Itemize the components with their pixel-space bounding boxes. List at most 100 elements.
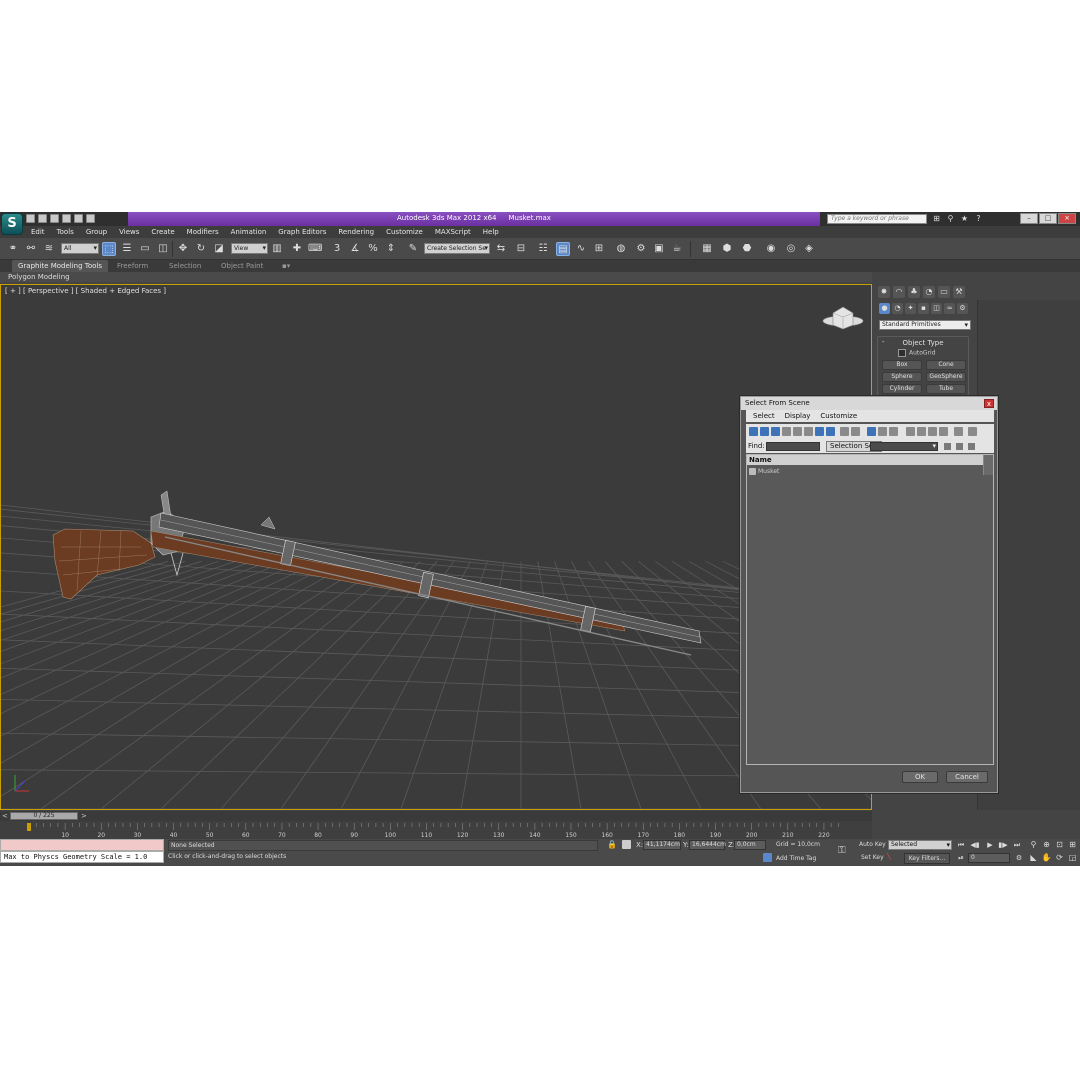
select-and-link-icon[interactable]: ⚭: [6, 242, 20, 256]
help-search-input[interactable]: Type a keyword or phrase: [827, 214, 927, 224]
select-dependents-icon[interactable]: [939, 427, 948, 436]
polygon-modeling-panel[interactable]: Polygon Modeling: [8, 272, 70, 282]
select-none-icon[interactable]: [917, 427, 926, 436]
select-object-icon[interactable]: ⬚: [102, 242, 116, 256]
select-invert-icon[interactable]: [928, 427, 937, 436]
object-type-title[interactable]: Object Type: [878, 339, 968, 347]
motion-panel-tab-icon[interactable]: ◔: [923, 286, 935, 298]
find-input[interactable]: [766, 442, 820, 451]
physx-icon[interactable]: ▦: [700, 242, 714, 256]
menu-customize[interactable]: Customize: [386, 228, 423, 236]
maxscript-listener-input[interactable]: [0, 839, 164, 851]
helpers-category-icon[interactable]: ◫: [931, 303, 942, 314]
edit-selection-set-icon[interactable]: [956, 443, 963, 450]
dialog-close-button[interactable]: x: [984, 399, 994, 408]
cameras-category-icon[interactable]: ▪: [918, 303, 929, 314]
close-window-button[interactable]: ×: [1058, 213, 1076, 224]
display-containers-icon[interactable]: [851, 427, 860, 436]
zoom-all-icon[interactable]: ⊕: [1041, 839, 1052, 850]
select-from-scene-dialog[interactable]: Select From Scene x Select Display Custo…: [740, 396, 998, 793]
physx-settings-icon[interactable]: ◈: [802, 242, 816, 256]
binoculars-icon[interactable]: ⊞: [932, 214, 941, 223]
scene-object-list[interactable]: Name Musket: [746, 454, 994, 765]
select-and-manipulate-icon[interactable]: ✚: [290, 242, 304, 256]
menu-help[interactable]: Help: [483, 228, 499, 236]
cone-button[interactable]: Cone: [926, 360, 966, 370]
select-and-rotate-icon[interactable]: ↻: [194, 242, 208, 256]
menu-group[interactable]: Group: [86, 228, 107, 236]
display-cameras-icon[interactable]: [782, 427, 791, 436]
absolute-mode-icon[interactable]: [622, 840, 631, 849]
graphite-modeling-toggle-icon[interactable]: ▤: [556, 242, 570, 256]
viewcube-icon[interactable]: [822, 306, 864, 330]
tab-object-paint[interactable]: Object Paint: [221, 260, 263, 272]
tube-button[interactable]: Tube: [926, 384, 966, 394]
geometry-category-icon[interactable]: ●: [879, 303, 890, 314]
previous-frame-button[interactable]: <: [2, 812, 8, 820]
rendered-frame-window-icon[interactable]: ▣: [652, 242, 666, 256]
tab-selection[interactable]: Selection: [169, 260, 201, 272]
mirror-icon[interactable]: ⇆: [494, 242, 508, 256]
subscription-icon[interactable]: ⚲: [946, 214, 955, 223]
unlink-icon[interactable]: ⚯: [24, 242, 38, 256]
time-slider[interactable]: 0 / 225: [10, 812, 78, 820]
cylinder-button[interactable]: Cylinder: [882, 384, 922, 394]
hierarchy-panel-tab-icon[interactable]: ♣: [908, 286, 920, 298]
current-frame-marker[interactable]: [27, 823, 31, 831]
dialog-menu-customize[interactable]: Customize: [820, 410, 857, 422]
maximize-button[interactable]: □: [1039, 213, 1057, 224]
open-file-icon[interactable]: [38, 214, 47, 223]
3ds-max-logo-icon[interactable]: S: [1, 213, 23, 235]
bind-space-warp-icon[interactable]: ≋: [42, 242, 56, 256]
communication-icon[interactable]: ★: [960, 214, 969, 223]
name-column-header[interactable]: Name: [747, 455, 983, 465]
dialog-title[interactable]: Select From Scene: [741, 397, 997, 410]
zoom-icon[interactable]: ⚲: [1028, 839, 1039, 850]
display-xrefs-icon[interactable]: [826, 427, 835, 436]
next-frame-icon[interactable]: ▮▶: [998, 840, 1008, 850]
help-icon[interactable]: ?: [974, 214, 983, 223]
zoom-extents-icon[interactable]: ⊡: [1054, 839, 1065, 850]
pan-view-icon[interactable]: ✋: [1041, 852, 1052, 863]
edit-named-selection-icon[interactable]: ✎: [406, 242, 420, 256]
geosphere-button[interactable]: GeoSphere: [926, 372, 966, 382]
x-coordinate-field[interactable]: 41,1174cm: [643, 840, 681, 850]
key-filters-button[interactable]: Key Filters...: [904, 853, 950, 864]
display-helpers-icon[interactable]: [793, 427, 802, 436]
undo-icon[interactable]: [62, 214, 71, 223]
layer-manager-icon[interactable]: ☷: [536, 242, 550, 256]
sphere-button[interactable]: Sphere: [882, 372, 922, 382]
ok-button[interactable]: OK: [902, 771, 938, 783]
create-panel-tab-icon[interactable]: ✸: [878, 286, 890, 298]
menu-maxscript[interactable]: MAXScript: [435, 228, 471, 236]
next-frame-button[interactable]: >: [81, 812, 87, 820]
key-mode-toggle-icon[interactable]: ⏯: [956, 853, 966, 863]
key-filters-icon[interactable]: /: [885, 852, 894, 861]
modify-panel-tab-icon[interactable]: ◠: [893, 286, 905, 298]
list-scrollbar[interactable]: [983, 455, 993, 475]
selection-lock-icon[interactable]: 🔒: [607, 840, 617, 849]
pivot-center-icon[interactable]: ▥: [270, 242, 284, 256]
menu-create[interactable]: Create: [151, 228, 174, 236]
menu-views[interactable]: Views: [119, 228, 139, 236]
selection-filter-dropdown[interactable]: All: [61, 243, 99, 254]
tab-freeform[interactable]: Freeform: [117, 260, 148, 272]
systems-category-icon[interactable]: ⚙: [957, 303, 968, 314]
window-crossing-icon[interactable]: ◫: [156, 242, 170, 256]
maxscript-listener-output[interactable]: Max to Physcs Geometry Scale = 1.0: [0, 851, 164, 863]
orbit-icon[interactable]: ⟳: [1054, 852, 1065, 863]
key-mode-dropdown[interactable]: Selected: [888, 840, 952, 850]
render-setup-icon[interactable]: ⚙: [634, 242, 648, 256]
align-icon[interactable]: ⊟: [514, 242, 528, 256]
auto-key-button[interactable]: Auto Key: [859, 841, 886, 848]
go-to-start-icon[interactable]: ⏮: [956, 840, 966, 850]
cancel-button[interactable]: Cancel: [946, 771, 988, 783]
time-configuration-icon[interactable]: ⚙: [1014, 853, 1024, 863]
curve-editor-icon[interactable]: ∿: [574, 242, 588, 256]
go-to-end-icon[interactable]: ⏭: [1012, 840, 1022, 850]
ribbon-options-icon[interactable]: ▪▾: [282, 260, 290, 272]
shapes-category-icon[interactable]: ◔: [892, 303, 903, 314]
play-icon[interactable]: ▶: [985, 840, 995, 850]
minimize-button[interactable]: –: [1020, 213, 1038, 224]
render-production-icon[interactable]: ☕: [670, 242, 684, 256]
